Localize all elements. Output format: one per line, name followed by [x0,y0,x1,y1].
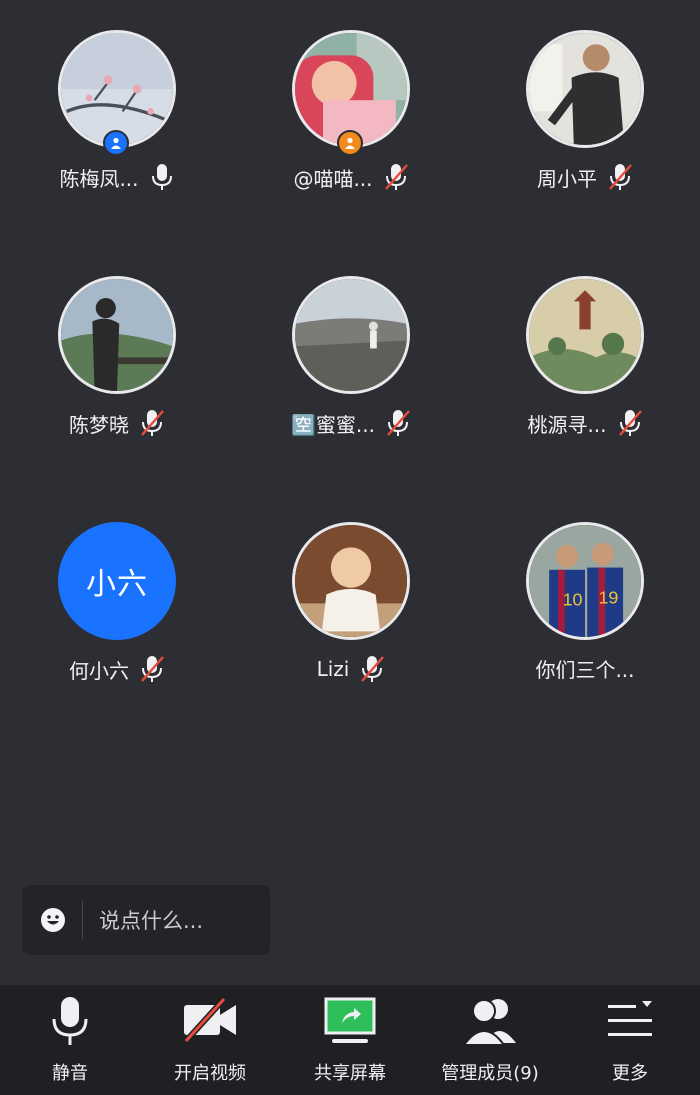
avatar [292,522,410,640]
participant-nameline: 陈梅凤... [0,162,234,192]
avatar [526,30,644,148]
participant-nameline: 周小平 [468,162,700,192]
mic-muted-icon [141,410,164,436]
participant-name: 何小六 [69,658,129,683]
more-button[interactable]: 更多 [560,985,700,1095]
mic-muted-icon [361,656,385,682]
participant-nameline: Lizi [234,654,468,684]
participant-tile[interactable]: 🈳蜜蜜... [234,246,468,492]
mute-button[interactable]: 静音 [0,985,140,1095]
participant-name: 桃源寻... [527,412,607,437]
participant-tile[interactable]: @喵喵... [234,0,468,246]
participant-nameline: 你们三个... [468,654,700,683]
participant-name: 你们三个... [535,658,635,682]
participant-nameline: 桃源寻... [468,408,700,438]
participant-nameline: 🈳蜜蜜... [234,408,468,438]
mute-label: 静音 [52,1063,88,1084]
participant-name: 陈梦晓 [69,412,129,437]
share-screen-label: 共享屏幕 [314,1063,386,1084]
avatar: 10 19 [526,522,644,640]
mic-muted-icon [384,164,408,190]
avatar-text: 小六 [86,567,148,602]
participant-name: 🈳蜜蜜... [291,412,375,437]
avatar: 小六 [58,522,176,640]
participant-tile[interactable]: 10 19 你们三个... [468,492,700,738]
mic-muted-icon [141,656,164,682]
chat-input-bar[interactable]: 说点什么... [22,885,270,955]
microphone-icon [52,997,88,1045]
avatar [58,276,176,394]
share-screen-icon [324,997,376,1043]
more-label: 更多 [612,1063,648,1084]
share-screen-button[interactable]: 共享屏幕 [280,985,420,1095]
participant-name: 陈梅凤... [59,166,139,191]
bottom-toolbar: 静音 开启视频 共享屏幕 管理成员(9) 更多 [0,985,700,1095]
manage-members-button[interactable]: 管理成员(9) [420,985,560,1095]
participant-tile[interactable]: 陈梅凤... [0,0,234,246]
members-icon [462,999,516,1046]
mic-muted-icon [618,410,642,436]
more-menu-icon [608,1001,652,1036]
participant-tile[interactable]: 陈梦晓 [0,246,234,492]
participant-tile[interactable]: Lizi [234,492,468,738]
person-icon [111,137,121,149]
host-badge [103,130,129,156]
manage-members-label: 管理成员(9) [441,1063,539,1084]
participant-nameline: 陈梦晓 [0,408,234,438]
video-off-icon [183,996,236,1044]
emoji-icon[interactable] [40,907,66,933]
mic-muted-icon [609,164,632,190]
start-video-button[interactable]: 开启视频 [140,985,280,1095]
mic-muted-icon [387,410,410,436]
svg-text:10: 10 [563,590,583,610]
svg-text:19: 19 [598,587,618,607]
participant-name: Lizi [316,657,350,681]
participant-tile[interactable]: 周小平 [468,0,700,246]
participant-tile[interactable]: 小六 何小六 [0,492,234,738]
chat-placeholder[interactable]: 说点什么... [99,905,203,935]
participant-tile[interactable]: 桃源寻... [468,246,700,492]
start-video-label: 开启视频 [174,1063,246,1084]
participant-nameline: 何小六 [0,654,234,684]
cohost-badge [337,130,363,156]
avatar [292,276,410,394]
participant-name: @喵喵... [293,166,373,191]
person-icon [345,137,355,149]
participant-name: 周小平 [537,166,597,191]
mic-icon [151,164,172,190]
avatar [526,276,644,394]
divider [82,901,83,939]
participant-nameline: @喵喵... [234,162,468,192]
meeting-screen: 陈梅凤... @喵喵... 周小平 陈梦晓 🈳蜜蜜... 桃源寻... 小六 何… [0,0,700,1095]
